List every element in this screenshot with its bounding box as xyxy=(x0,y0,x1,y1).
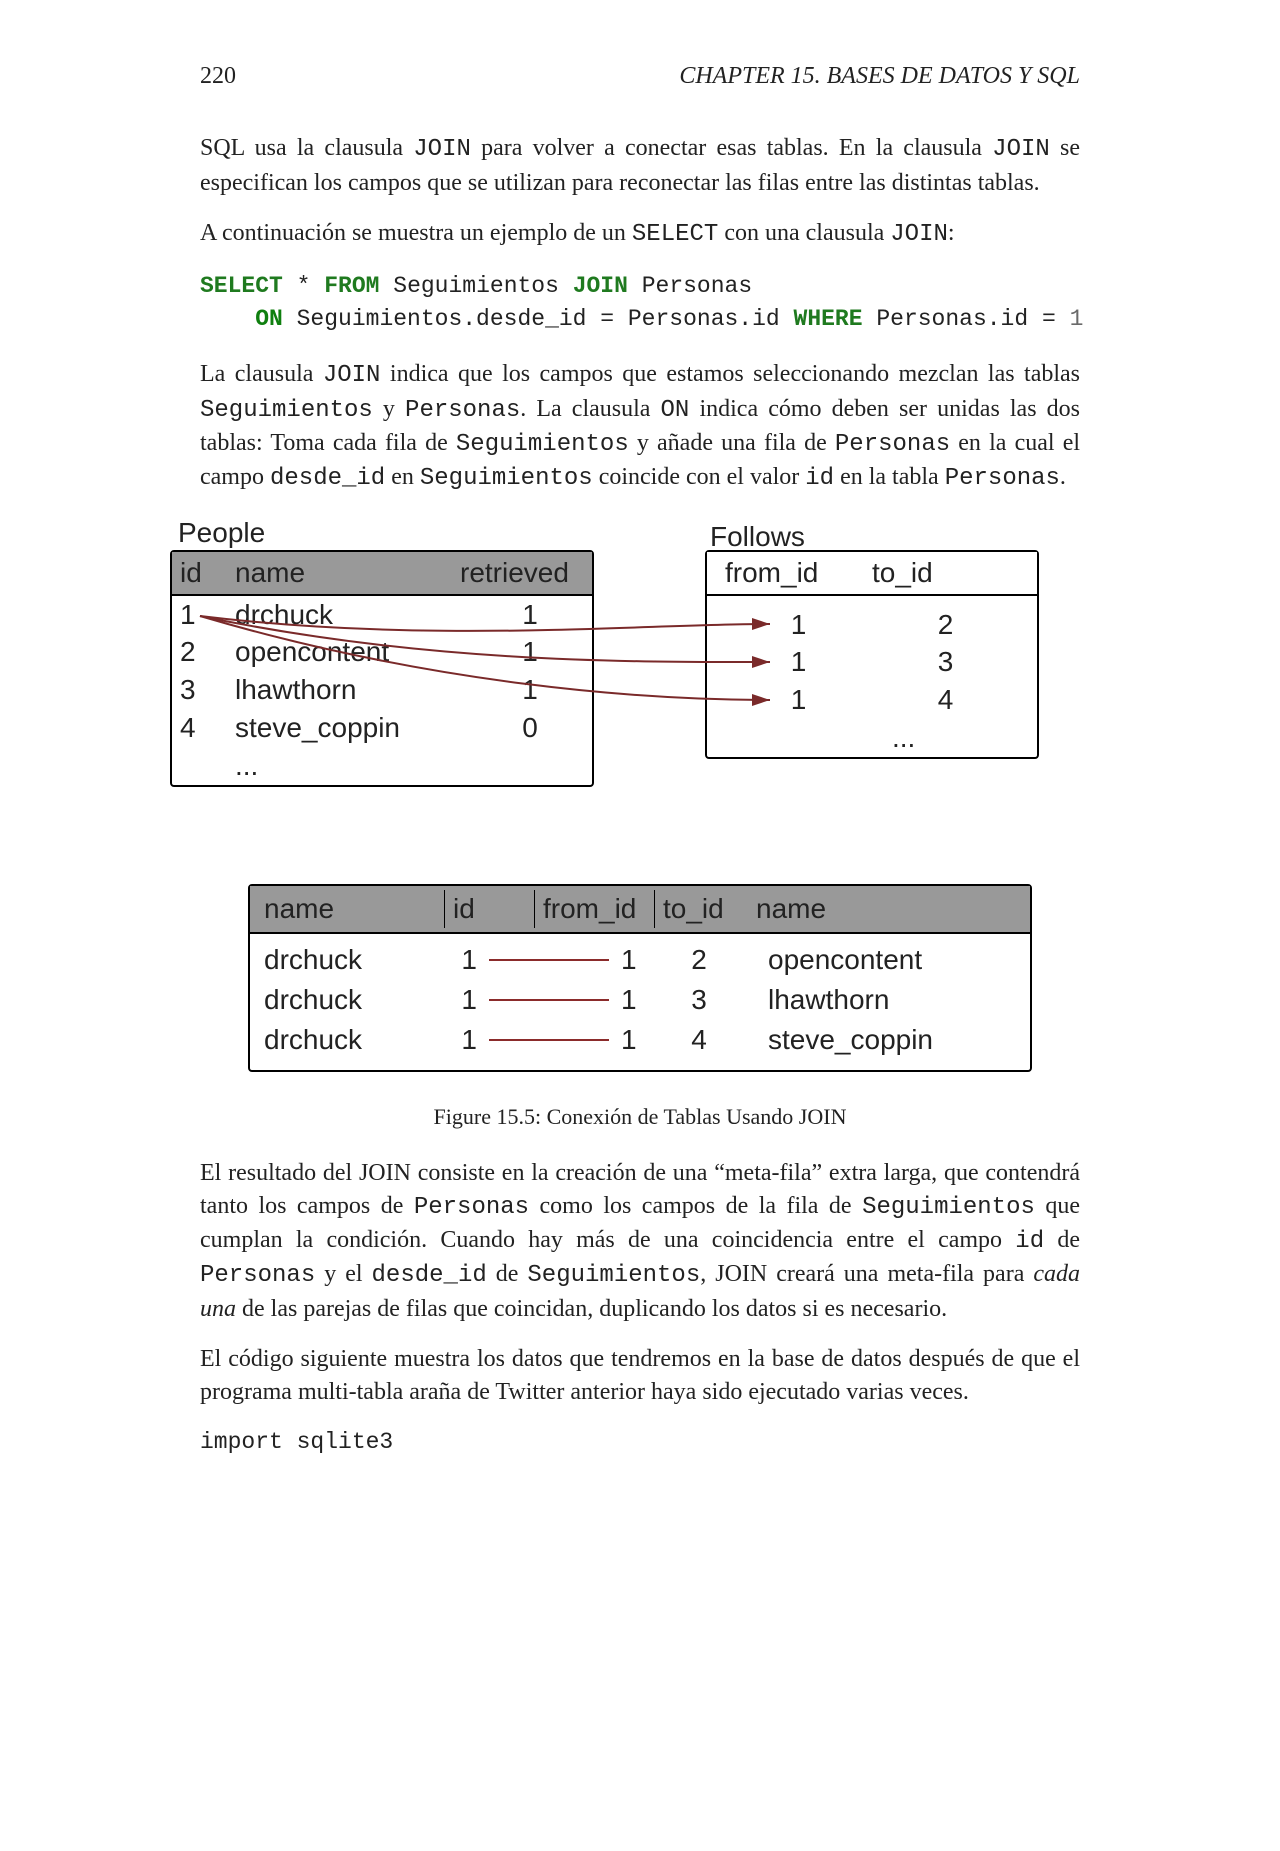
table-row-ellipsis: ... xyxy=(707,719,1037,757)
table-row: drchuck 1 1 2 opencontent xyxy=(264,940,1016,980)
paragraph-2: A continuación se muestra un ejemplo de … xyxy=(200,217,1080,251)
page-number: 220 xyxy=(200,60,236,92)
table-row: 4 steve_coppin 0 xyxy=(172,709,592,747)
join-result-body: drchuck 1 1 2 opencontent drchuck 1 1 3 … xyxy=(250,934,1030,1070)
figure-tables: People Follows id name retrieved 1 drchu… xyxy=(170,514,1070,854)
follows-table: from_id to_id 1 2 1 3 1 4 ... xyxy=(705,550,1039,759)
table-row: drchuck 1 1 4 steve_coppin xyxy=(264,1020,1016,1060)
figure-caption: Figure 15.5: Conexión de Tablas Usando J… xyxy=(200,1102,1080,1132)
table-row: 1 2 xyxy=(707,606,1037,644)
join-result-header: name id from_id to_id name xyxy=(250,886,1030,934)
join-line-icon xyxy=(489,959,609,961)
python-code-block: import sqlite3 xyxy=(200,1426,1080,1459)
table-row: 1 3 xyxy=(707,643,1037,681)
table-row: 3 lhawthorn 1 xyxy=(172,671,592,709)
join-result-table: name id from_id to_id name drchuck 1 1 2… xyxy=(248,884,1032,1072)
table-row: 2 opencontent 1 xyxy=(172,633,592,671)
follows-header: from_id to_id xyxy=(707,552,1037,596)
people-title: People xyxy=(178,514,265,552)
table-row-ellipsis: ... xyxy=(172,747,592,785)
chapter-title: CHAPTER 15. BASES DE DATOS Y SQL xyxy=(679,60,1080,92)
table-row: 1 drchuck 1 xyxy=(172,596,592,634)
people-table: id name retrieved 1 drchuck 1 2 opencont… xyxy=(170,550,594,787)
people-header: id name retrieved xyxy=(172,552,592,596)
sql-code-block: SELECT * FROM Seguimientos JOIN Personas… xyxy=(200,270,1080,337)
paragraph-3: La clausula JOIN indica que los campos q… xyxy=(200,358,1080,496)
page-container: 220 CHAPTER 15. BASES DE DATOS Y SQL SQL… xyxy=(0,0,1280,1851)
paragraph-1: SQL usa la clausula JOIN para volver a c… xyxy=(200,132,1080,199)
paragraph-4: El resultado del JOIN consiste en la cre… xyxy=(200,1157,1080,1325)
table-row: 1 4 xyxy=(707,681,1037,719)
table-row: drchuck 1 1 3 lhawthorn xyxy=(264,980,1016,1020)
join-line-icon xyxy=(489,1039,609,1041)
page-header: 220 CHAPTER 15. BASES DE DATOS Y SQL xyxy=(200,60,1080,92)
join-line-icon xyxy=(489,999,609,1001)
paragraph-5: El código siguiente muestra los datos qu… xyxy=(200,1343,1080,1408)
